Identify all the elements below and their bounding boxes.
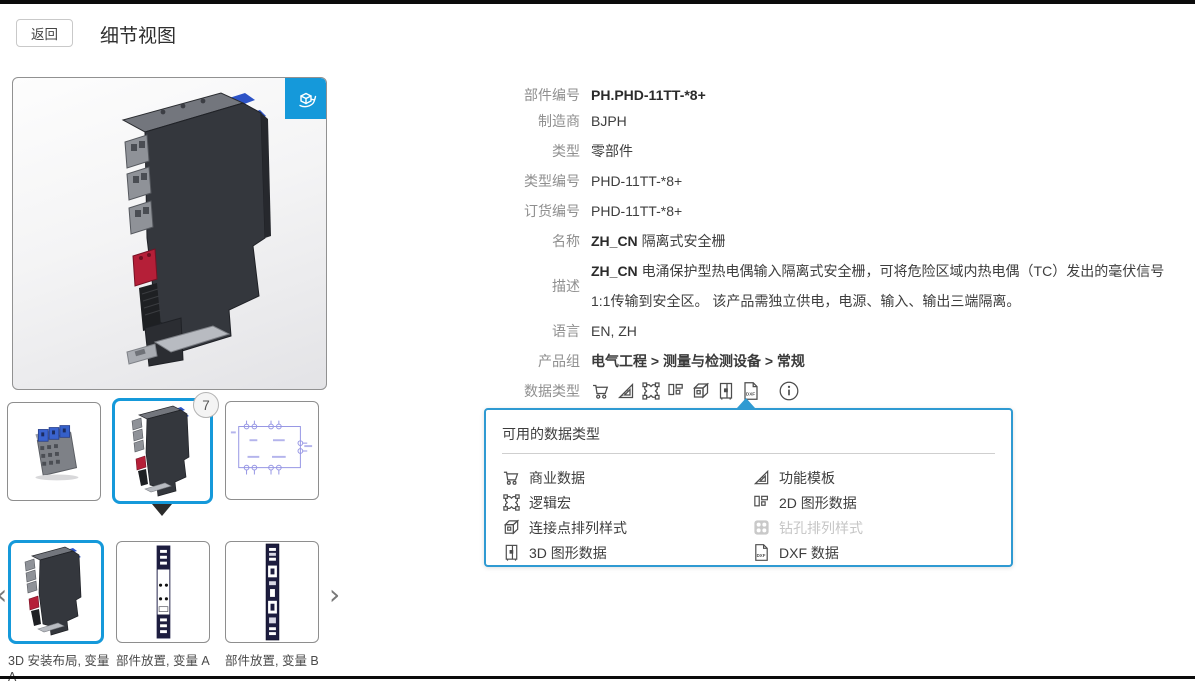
datatype-label: 3D 图形数据 (529, 543, 607, 563)
caption-placement-variant-a: 部件放置, 变量 A (116, 653, 226, 669)
svg-text:DXF: DXF (746, 392, 755, 397)
back-button[interactable]: 返回 (16, 19, 73, 47)
caption-3d-layout-variant-a: 3D 安装布局, 变量 A (8, 653, 114, 685)
order-number-label: 订货编号 (0, 201, 580, 221)
description-label: 描述 (0, 276, 580, 296)
language-label: 语言 (0, 321, 580, 341)
thumbnail-3d-layout-variant-a[interactable] (8, 540, 104, 644)
gallery-prev-button[interactable]: ‹ (0, 581, 7, 609)
order-number-value: PHD-11TT-*8+ (591, 203, 682, 219)
type-number-label: 类型编号 (0, 171, 580, 191)
detail-row-name: 名称 ZH_CN 隔离式安全栅 (0, 226, 1176, 256)
caption-placement-variant-b: 部件放置, 变量 B (225, 653, 335, 669)
detail-row-part-number: 部件编号 PH.PHD-11TT-*8+ (0, 76, 1176, 106)
detail-row-language: 语言 EN, ZH (0, 316, 1176, 346)
type-label: 类型 (0, 141, 580, 161)
available-data-types-popup: 可用的数据类型 商业数据 逻辑宏 连接点排列样式 3D 图形数据 (484, 408, 1013, 567)
datatype-label: 逻辑宏 (529, 493, 571, 513)
thumbnail-placement-b-image (226, 542, 318, 642)
datatype-item-connection-point-pattern: 连接点排列样式 (502, 515, 752, 540)
popup-arrow (737, 398, 755, 408)
page-title: 细节视图 (100, 21, 176, 48)
thumbnail-schematic[interactable] (225, 401, 319, 500)
2d-graphic-icon (752, 493, 771, 512)
gallery-next-button[interactable]: › (329, 581, 340, 609)
datatype-item-logic-macro: 逻辑宏 (502, 490, 752, 515)
cart-icon (591, 381, 611, 401)
popup-grid: 商业数据 逻辑宏 连接点排列样式 3D 图形数据 功能模板 2D 图形 (486, 454, 1011, 565)
connection-point-icon (691, 381, 711, 401)
dxf-icon: DXF (752, 543, 771, 562)
detail-row-type: 类型 零部件 (0, 136, 1176, 166)
macro-icon (502, 493, 521, 512)
part-number-value: PH.PHD-11TT-*8+ (591, 87, 706, 103)
name-label: 名称 (0, 231, 580, 251)
datatype-label: 连接点排列样式 (529, 518, 627, 538)
datatype-label: 商业数据 (529, 468, 585, 488)
thumbnail-photo[interactable] (7, 402, 101, 501)
name-value: ZH_CN 隔离式安全栅 (591, 231, 726, 251)
function-template-icon (616, 381, 636, 401)
datatype-item-dxf-data: DXF DXF 数据 (752, 540, 995, 565)
thumbnail-placement-variant-a[interactable] (116, 541, 210, 643)
detail-row-manufacturer: 制造商 BJPH (0, 106, 1176, 136)
window-top-edge (0, 0, 1195, 4)
description-value: ZH_CN 电涌保护型热电偶输入隔离式安全栅，可将危险区域内热电偶（TC）发出的… (591, 256, 1176, 316)
thumbnail-photo-image (8, 403, 100, 500)
datatype-item-3d-graphic-data: 3D 图形数据 (502, 540, 752, 565)
datatype-label: 2D 图形数据 (779, 493, 857, 513)
thumbnail-schematic-image (226, 402, 318, 499)
data-type-icons: DXF (591, 380, 800, 402)
connection-point-icon (502, 518, 521, 537)
type-value: 零部件 (591, 141, 633, 161)
datatype-item-2d-graphic-data: 2D 图形数据 (752, 490, 995, 515)
language-value: EN, ZH (591, 323, 637, 339)
product-group-label: 产品组 (0, 351, 580, 371)
3d-graphic-icon (716, 381, 736, 401)
manufacturer-value: BJPH (591, 113, 627, 129)
thumbnail-3d-image (115, 401, 210, 501)
detail-row-order-number: 订货编号 PHD-11TT-*8+ (0, 196, 1176, 226)
3d-graphic-icon (502, 543, 521, 562)
datatype-label: DXF 数据 (779, 543, 839, 563)
datatype-item-function-template: 功能模板 (752, 465, 995, 490)
product-group-value: 电气工程 > 测量与检测设备 > 常规 (591, 351, 805, 371)
type-number-value: PHD-11TT-*8+ (591, 173, 682, 189)
macro-icon (641, 381, 661, 401)
svg-text:DXF: DXF (757, 553, 766, 558)
cart-icon (502, 468, 521, 487)
thumbnail-3d-layout-image (11, 543, 101, 641)
details-panel: 部件编号 PH.PHD-11TT-*8+ 制造商 BJPH 类型 零部件 类型编… (0, 76, 1176, 406)
detail-row-data-types: 数据类型 DXF (0, 376, 1176, 406)
2d-graphic-icon (666, 381, 686, 401)
datatype-item-drill-pattern-disabled: 钻孔排列样式 (752, 515, 995, 540)
thumbnail-placement-a-image (117, 542, 209, 642)
popup-title: 可用的数据类型 (486, 410, 1011, 453)
thumbnail-placement-variant-b[interactable] (225, 541, 319, 643)
data-types-label: 数据类型 (0, 381, 580, 401)
datatype-label: 功能模板 (779, 468, 835, 488)
drill-pattern-icon (752, 518, 771, 537)
part-number-label: 部件编号 (0, 85, 580, 105)
info-icon (778, 380, 800, 402)
info-button[interactable] (778, 380, 800, 402)
datatype-item-commercial-data: 商业数据 (502, 465, 752, 490)
datatype-label: 钻孔排列样式 (779, 518, 863, 538)
detail-row-product-group: 产品组 电气工程 > 测量与检测设备 > 常规 (0, 346, 1176, 376)
detail-row-type-number: 类型编号 PHD-11TT-*8+ (0, 166, 1176, 196)
manufacturer-label: 制造商 (0, 111, 580, 131)
function-template-icon (752, 468, 771, 487)
variant-count-badge: 7 (193, 392, 219, 418)
selected-thumbnail-pointer (152, 504, 172, 516)
detail-row-description: 描述 ZH_CN 电涌保护型热电偶输入隔离式安全栅，可将危险区域内热电偶（TC）… (0, 256, 1176, 316)
